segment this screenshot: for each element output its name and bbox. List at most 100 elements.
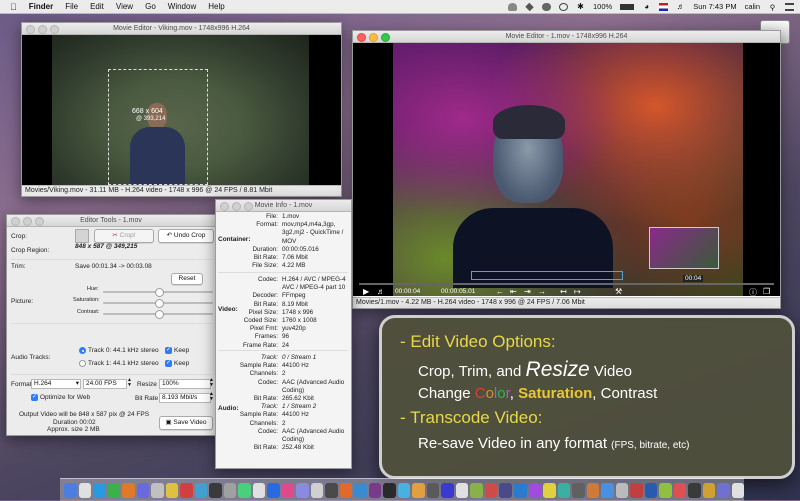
fullscreen-icon[interactable]: ❐: [763, 287, 770, 296]
info-titlebar[interactable]: Movie Info - 1.mov: [216, 200, 351, 212]
dock-app-icon[interactable]: [281, 482, 295, 498]
dock-app-icon[interactable]: [659, 482, 672, 498]
dock-app-icon[interactable]: [310, 482, 324, 498]
dock-app-icon[interactable]: [325, 482, 338, 498]
close-button[interactable]: [220, 202, 229, 211]
menu-view[interactable]: View: [116, 2, 133, 11]
menu-finder[interactable]: Finder: [29, 2, 53, 11]
fps-stepper[interactable]: ▲ ▼: [127, 378, 132, 388]
resize-field[interactable]: 100%: [159, 379, 211, 389]
zoom-button[interactable]: [381, 33, 390, 42]
track-1-keep[interactable]: ✓ Keep: [165, 360, 189, 367]
dropbox-icon[interactable]: [525, 2, 534, 11]
dock-app-icon[interactable]: [296, 482, 309, 498]
dock-app-icon[interactable]: [339, 482, 353, 498]
volume-icon[interactable]: ♬: [377, 287, 385, 296]
dock-app-icon[interactable]: [441, 482, 454, 498]
dock-app-icon[interactable]: [165, 482, 179, 498]
radio-on-icon[interactable]: [79, 347, 86, 354]
dock-app-icon[interactable]: [397, 482, 411, 498]
dock-app-icon[interactable]: [238, 482, 251, 498]
contrast-knob[interactable]: [155, 310, 164, 319]
hue-slider[interactable]: [103, 288, 213, 297]
track-0-radio[interactable]: Track 0: 44.1 kHz stereo: [79, 347, 159, 354]
dock-app-icon[interactable]: [717, 482, 730, 498]
dock-app-icon[interactable]: [615, 482, 629, 498]
dock-app-icon[interactable]: [673, 482, 687, 498]
minimize-button[interactable]: [23, 217, 32, 226]
saturation-knob[interactable]: [155, 299, 164, 308]
close-button[interactable]: [26, 25, 35, 34]
minimize-button[interactable]: [369, 33, 378, 42]
dock-app-icon[interactable]: [499, 482, 512, 498]
dock-app-icon[interactable]: [223, 482, 237, 498]
reset-button[interactable]: Reset: [171, 273, 203, 285]
contrast-slider[interactable]: [103, 310, 213, 319]
menu-window[interactable]: Window: [168, 2, 196, 11]
dock-app-icon[interactable]: [180, 482, 193, 498]
step-back-icon[interactable]: ←: [496, 287, 504, 296]
checkbox-checked-icon[interactable]: ✓: [165, 360, 172, 367]
dock-app-icon[interactable]: [513, 482, 527, 498]
play-icon[interactable]: ▶: [363, 287, 369, 296]
viking-helmet-icon[interactable]: [508, 2, 518, 11]
tools-icon[interactable]: ⚒: [615, 287, 622, 296]
viking-video-frame[interactable]: 668 x 604 @ 393,214: [22, 35, 341, 185]
dock-app-icon[interactable]: [354, 482, 367, 498]
dock-app-icon[interactable]: [209, 482, 222, 498]
track-1-radio[interactable]: Track 1: 44.1 kHz stereo: [79, 360, 159, 367]
dock-app-icon[interactable]: [586, 482, 600, 498]
close-button[interactable]: [11, 217, 20, 226]
bluetooth-icon[interactable]: ✱: [576, 2, 585, 11]
zoom-button[interactable]: [50, 25, 59, 34]
bitrate-stepper[interactable]: ▲ ▼: [209, 392, 214, 402]
mark-in-icon[interactable]: ↤: [560, 287, 567, 296]
dock-app-icon[interactable]: [630, 482, 643, 498]
optimize-web-checkbox[interactable]: ✓ Optimize for Web: [31, 394, 90, 401]
dock-app-icon[interactable]: [136, 482, 150, 498]
dock-app-icon[interactable]: [267, 482, 280, 498]
viking-titlebar[interactable]: Movie Editor - Viking.mov - 1748x996 H.2…: [22, 23, 341, 35]
menu-go[interactable]: Go: [145, 2, 156, 11]
notification-center-icon[interactable]: [785, 2, 794, 11]
trim-range[interactable]: [471, 271, 623, 280]
info-icon[interactable]: ⓘ: [749, 287, 757, 296]
user-name[interactable]: calin: [745, 2, 760, 11]
saturation-slider[interactable]: [103, 299, 213, 308]
dock-app-icon[interactable]: [644, 482, 658, 498]
dock-app-icon[interactable]: [194, 482, 208, 498]
trim-start-icon[interactable]: ⇤: [510, 287, 517, 296]
dock-app-icon[interactable]: [107, 482, 121, 498]
dock-app-icon[interactable]: [122, 482, 135, 498]
timemachine-icon[interactable]: [559, 2, 569, 11]
crop-button[interactable]: ✂ Crop!: [94, 229, 154, 243]
trim-end-icon[interactable]: ⇥: [524, 287, 531, 296]
dock-app-icon[interactable]: [151, 482, 164, 498]
main-titlebar[interactable]: Movie Editor - 1.mov - 1748x996 H.264: [353, 31, 780, 43]
minimize-button[interactable]: [38, 25, 47, 34]
menu-edit[interactable]: Edit: [90, 2, 104, 11]
dock-app-icon[interactable]: [455, 482, 469, 498]
menu-file[interactable]: File: [65, 2, 78, 11]
dock-app-icon[interactable]: [368, 482, 382, 498]
battery-icon[interactable]: [620, 3, 635, 10]
main-video-frame[interactable]: 00:04 ▶ ♬ 00:00:04 00:00:05.01 ← ⇤ ⇥ → ↤…: [353, 43, 780, 296]
zoom-button[interactable]: [244, 202, 253, 211]
save-video-button[interactable]: ▣ Save Video: [159, 416, 213, 430]
checkbox-checked-icon[interactable]: ✓: [165, 347, 172, 354]
resize-stepper[interactable]: ▲ ▼: [209, 378, 214, 388]
menu-help[interactable]: Help: [208, 2, 224, 11]
dock-app-icon[interactable]: [252, 482, 266, 498]
dock-app-icon[interactable]: [93, 482, 106, 498]
radio-off-icon[interactable]: [79, 360, 86, 367]
timeline-track[interactable]: [359, 283, 774, 285]
dock-app-icon[interactable]: [557, 482, 571, 498]
wifi-icon[interactable]: ◕: [642, 2, 651, 11]
undo-crop-button[interactable]: ↶ Undo Crop: [158, 229, 214, 243]
dock-app-icon[interactable]: [543, 482, 556, 498]
dock-app-icon[interactable]: [731, 482, 745, 498]
spotlight-icon[interactable]: ⚲: [768, 3, 777, 12]
close-button[interactable]: [357, 33, 366, 42]
mark-out-icon[interactable]: ↦: [574, 287, 581, 296]
dock-app-icon[interactable]: [64, 482, 77, 498]
